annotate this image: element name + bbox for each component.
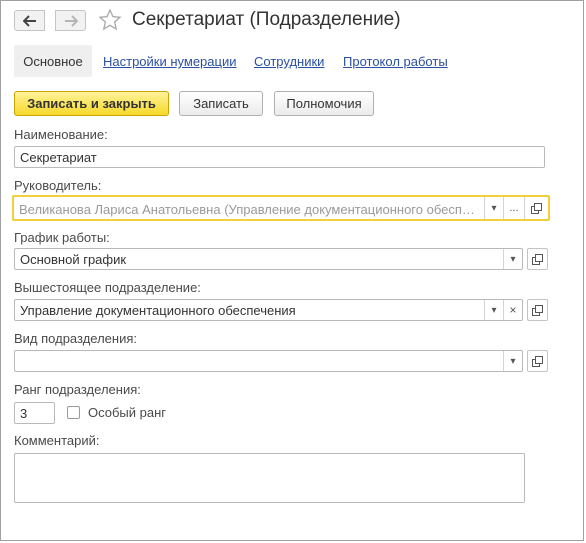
back-button[interactable] bbox=[14, 10, 45, 31]
name-value: Секретариат bbox=[20, 150, 97, 165]
special-rank-label[interactable]: Особый ранг bbox=[88, 405, 166, 420]
chevron-down-icon: ▾ bbox=[491, 304, 497, 316]
head-field[interactable]: Великанова Лариса Анатольевна (Управлени… bbox=[12, 195, 550, 221]
head-open-button[interactable] bbox=[524, 197, 548, 219]
open-icon bbox=[532, 304, 543, 316]
rank-label: Ранг подразделения: bbox=[14, 382, 141, 397]
head-value: Великанова Лариса Анатольевна (Управлени… bbox=[19, 202, 480, 217]
forward-button[interactable] bbox=[55, 10, 86, 31]
parent-open-button[interactable] bbox=[527, 299, 548, 321]
arrow-right-icon bbox=[64, 14, 78, 27]
open-icon bbox=[532, 355, 543, 367]
kind-open-button[interactable] bbox=[527, 350, 548, 372]
permissions-button[interactable]: Полномочия bbox=[274, 91, 374, 116]
schedule-value: Основной график bbox=[20, 252, 127, 267]
head-select-button[interactable]: ... bbox=[503, 197, 524, 219]
comment-field[interactable] bbox=[14, 453, 525, 503]
arrow-left-icon bbox=[22, 14, 36, 27]
tab-numbering-settings[interactable]: Настройки нумерации bbox=[103, 54, 237, 69]
open-icon bbox=[531, 202, 542, 214]
save-button[interactable]: Записать bbox=[179, 91, 263, 116]
kind-dropdown-button[interactable]: ▾ bbox=[503, 351, 522, 371]
kind-field[interactable]: ▾ bbox=[14, 350, 523, 372]
chevron-down-icon: ▾ bbox=[491, 202, 497, 214]
parent-clear-button[interactable]: × bbox=[503, 300, 522, 320]
save-and-close-button[interactable]: Записать и закрыть bbox=[14, 91, 169, 116]
form-window: Секретариат (Подразделение) Основное Нас… bbox=[0, 0, 584, 541]
parent-field[interactable]: Управление документационного обеспечения… bbox=[14, 299, 523, 321]
kind-label: Вид подразделения: bbox=[14, 331, 137, 346]
parent-value: Управление документационного обеспечения bbox=[20, 303, 296, 318]
chevron-down-icon: ▾ bbox=[510, 355, 516, 367]
tab-work-log[interactable]: Протокол работы bbox=[343, 54, 448, 69]
rank-value: 3 bbox=[20, 406, 28, 421]
open-icon bbox=[532, 253, 543, 265]
schedule-open-button[interactable] bbox=[527, 248, 548, 270]
ellipsis-icon: ... bbox=[509, 202, 519, 214]
chevron-down-icon: ▾ bbox=[510, 253, 516, 265]
head-label: Руководитель: bbox=[14, 178, 102, 193]
head-dropdown-button[interactable]: ▾ bbox=[484, 197, 503, 219]
tab-employees[interactable]: Сотрудники bbox=[254, 54, 324, 69]
page-title: Секретариат (Подразделение) bbox=[132, 9, 401, 30]
name-label: Наименование: bbox=[14, 127, 108, 142]
tab-main[interactable]: Основное bbox=[14, 45, 92, 77]
parent-dropdown-button[interactable]: ▾ bbox=[484, 300, 503, 320]
comment-label: Комментарий: bbox=[14, 433, 100, 448]
rank-field[interactable]: 3 bbox=[14, 402, 55, 424]
special-rank-checkbox[interactable] bbox=[67, 406, 80, 419]
schedule-dropdown-button[interactable]: ▾ bbox=[503, 249, 522, 269]
schedule-label: График работы: bbox=[14, 230, 110, 245]
star-icon[interactable] bbox=[98, 8, 122, 32]
clear-icon: × bbox=[509, 303, 517, 317]
schedule-field[interactable]: Основной график ▾ bbox=[14, 248, 523, 270]
parent-label: Вышестоящее подразделение: bbox=[14, 280, 201, 295]
name-field[interactable]: Секретариат bbox=[14, 146, 545, 168]
